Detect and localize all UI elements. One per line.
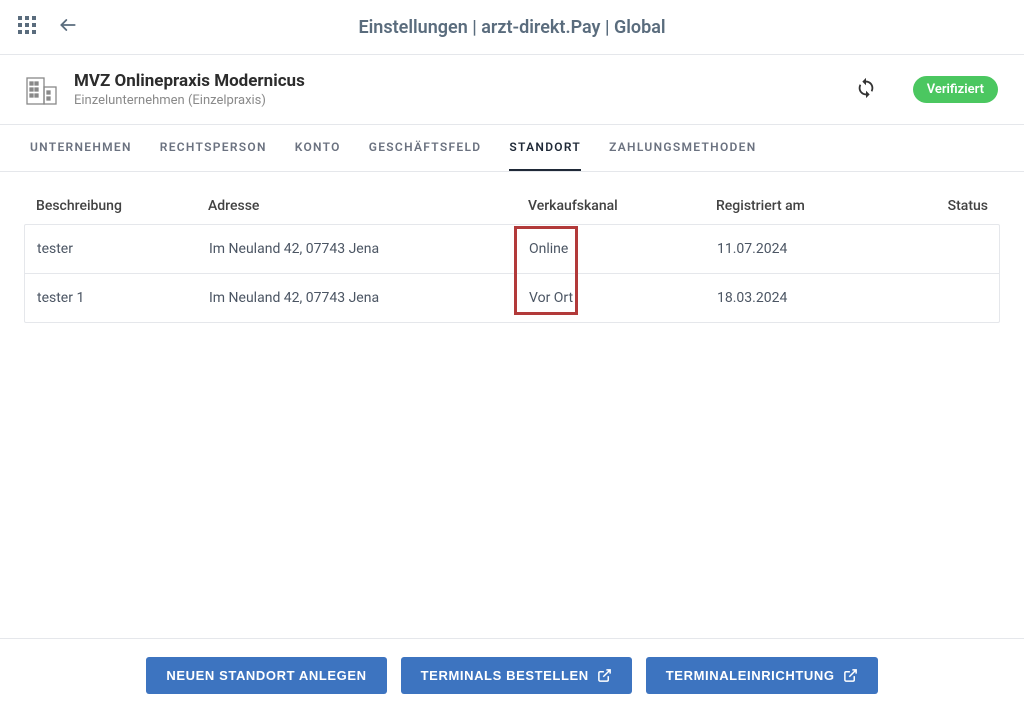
table-header: Beschreibung Adresse Verkaufskanal Regis… [24, 198, 1000, 224]
topbar: Einstellungen | arzt-direkt.Pay | Global [0, 0, 1024, 55]
table-row[interactable]: tester Im Neuland 42, 07743 Jena Online … [25, 225, 999, 274]
page-title: Einstellungen | arzt-direkt.Pay | Global [358, 17, 665, 38]
tab-rechtsperson[interactable]: RECHTSPERSON [160, 125, 267, 171]
sync-icon[interactable] [855, 77, 877, 103]
cell-chan: Online [529, 241, 717, 257]
cell-reg: 11.07.2024 [717, 241, 927, 257]
back-arrow-icon[interactable] [58, 15, 78, 39]
cell-desc: tester [37, 241, 209, 257]
cell-desc: tester 1 [37, 290, 209, 306]
tab-unternehmen[interactable]: UNTERNEHMEN [30, 125, 132, 171]
cell-addr: Im Neuland 42, 07743 Jena [209, 290, 529, 306]
org-name: MVZ Onlinepraxis Modernicus [74, 71, 839, 91]
org-text: MVZ Onlinepraxis Modernicus Einzeluntern… [74, 71, 839, 108]
button-label: TERMINALS BESTELLEN [421, 668, 589, 683]
terminal-setup-button[interactable]: TERMINALEINRICHTUNG [646, 657, 878, 694]
col-header-reg: Registriert am [716, 198, 928, 214]
cell-status [927, 241, 987, 257]
table-body: tester Im Neuland 42, 07743 Jena Online … [24, 224, 1000, 323]
tab-geschaeftsfeld[interactable]: GESCHÄFTSFELD [369, 125, 482, 171]
content: Beschreibung Adresse Verkaufskanal Regis… [0, 172, 1024, 323]
building-icon [26, 75, 58, 105]
table-row[interactable]: tester 1 Im Neuland 42, 07743 Jena Vor O… [25, 274, 999, 322]
apps-grid-icon[interactable] [18, 16, 36, 38]
cell-chan: Vor Ort [529, 290, 717, 306]
tab-zahlungsmethoden[interactable]: ZAHLUNGSMETHODEN [609, 125, 756, 171]
col-header-addr: Adresse [208, 198, 528, 214]
cell-reg: 18.03.2024 [717, 290, 927, 306]
new-location-button[interactable]: NEUEN STANDORT ANLEGEN [146, 657, 386, 694]
button-label: NEUEN STANDORT ANLEGEN [166, 668, 366, 683]
button-label: TERMINALEINRICHTUNG [666, 668, 835, 683]
tab-konto[interactable]: KONTO [295, 125, 341, 171]
footer: NEUEN STANDORT ANLEGEN TERMINALS BESTELL… [0, 638, 1024, 711]
org-header: MVZ Onlinepraxis Modernicus Einzeluntern… [0, 55, 1024, 125]
tabs: UNTERNEHMEN RECHTSPERSON KONTO GESCHÄFTS… [0, 125, 1024, 172]
tab-standort[interactable]: STANDORT [509, 125, 581, 171]
order-terminals-button[interactable]: TERMINALS BESTELLEN [401, 657, 632, 694]
topbar-left [18, 15, 78, 39]
cell-status [927, 290, 987, 306]
cell-addr: Im Neuland 42, 07743 Jena [209, 241, 529, 257]
col-header-desc: Beschreibung [36, 198, 208, 214]
org-subtitle: Einzelunternehmen (Einzelpraxis) [74, 93, 839, 108]
external-link-icon [843, 668, 858, 683]
verified-badge: Verifiziert [913, 76, 998, 103]
col-header-chan: Verkaufskanal [528, 198, 716, 214]
col-header-status: Status [928, 198, 988, 214]
external-link-icon [597, 668, 612, 683]
